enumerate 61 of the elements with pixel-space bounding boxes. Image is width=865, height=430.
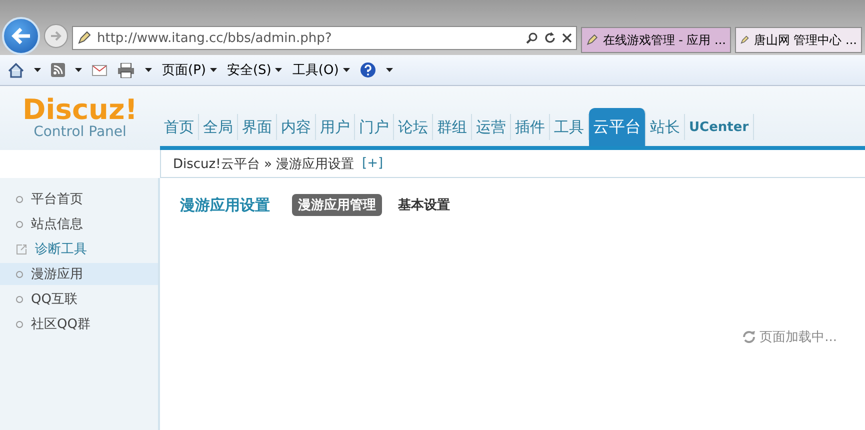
nav-tab[interactable]: 插件 (511, 114, 550, 140)
nav-tab[interactable]: 论坛 (394, 114, 433, 140)
logo-subtitle: Control Panel (34, 124, 126, 140)
url-text: http://www.itang.cc/bbs/admin.php? (97, 30, 333, 46)
caret-icon (34, 68, 41, 72)
bullet-icon (16, 296, 23, 302)
search-icon (526, 32, 538, 44)
nav-tab[interactable]: 运营 (472, 114, 511, 140)
printer-icon[interactable] (117, 62, 135, 78)
pen-icon (586, 33, 598, 47)
sidebar-item[interactable]: 站点信息 (0, 213, 158, 235)
external-link-icon (16, 244, 27, 254)
nav-tab[interactable]: 内容 (277, 114, 316, 140)
toolbar-menu[interactable]: 工具(O) (292, 61, 350, 79)
nav-tab[interactable]: 站长 (646, 114, 685, 140)
mail-icon[interactable] (92, 64, 107, 76)
caret-icon (75, 68, 82, 72)
nav-tab[interactable]: UCenter (685, 114, 754, 140)
browser-tab[interactable]: 在线游戏管理 - 应用 ... (581, 27, 731, 53)
caret-icon (275, 68, 282, 72)
nav-tab[interactable]: 界面 (238, 114, 277, 140)
sidebar-item[interactable]: 社区QQ群 (0, 313, 158, 335)
home-icon[interactable] (8, 62, 24, 78)
close-icon (562, 33, 572, 43)
add-link[interactable]: [+] (362, 156, 384, 171)
toolbar-menu[interactable]: 安全(S) (226, 61, 282, 79)
caret-icon (386, 68, 393, 72)
content-tab[interactable]: 漫游应用管理 (292, 194, 382, 216)
back-arrow-icon (11, 27, 31, 45)
help-icon[interactable] (360, 62, 376, 78)
content-tab[interactable]: 基本设置 (392, 194, 456, 216)
browser-tab[interactable]: 唐山网 管理中心 ... (735, 27, 862, 53)
caret-icon (145, 68, 152, 72)
feed-icon[interactable] (51, 63, 65, 77)
caret-icon (210, 68, 217, 72)
sidebar-item[interactable]: 平台首页 (0, 188, 158, 210)
sidebar-item[interactable]: 诊断工具 (0, 238, 158, 260)
nav-tab[interactable]: 门户 (355, 114, 394, 140)
bullet-icon (16, 196, 23, 202)
back-button[interactable] (2, 17, 40, 55)
bullet-icon (16, 220, 23, 228)
refresh-icon (544, 32, 556, 44)
forward-arrow-icon (50, 31, 62, 41)
loading-icon (742, 330, 756, 344)
sidebar-item[interactable]: QQ互联 (0, 288, 158, 310)
caret-icon (342, 68, 350, 72)
loading-text: 页面加载中... (760, 329, 837, 346)
pen-icon (77, 31, 91, 45)
bullet-icon (16, 320, 23, 328)
page-title: 漫游应用设置 (180, 196, 270, 214)
nav-tab[interactable]: 首页 (160, 114, 199, 140)
nav-tab[interactable]: 群组 (433, 114, 472, 140)
nav-tab[interactable]: 全局 (199, 114, 238, 140)
logo: Discuz! (22, 96, 138, 124)
nav-tab[interactable]: 云平台 (589, 108, 646, 146)
address-bar[interactable]: http://www.itang.cc/bbs/admin.php? (72, 26, 577, 50)
breadcrumb: Discuz!云平台 » 漫游应用设置 (173, 156, 354, 172)
toolbar-menu[interactable]: 页面(P) (162, 61, 217, 79)
nav-tab[interactable]: 用户 (316, 114, 355, 140)
sidebar-item[interactable]: 漫游应用 (0, 263, 158, 285)
bullet-icon (16, 270, 23, 278)
